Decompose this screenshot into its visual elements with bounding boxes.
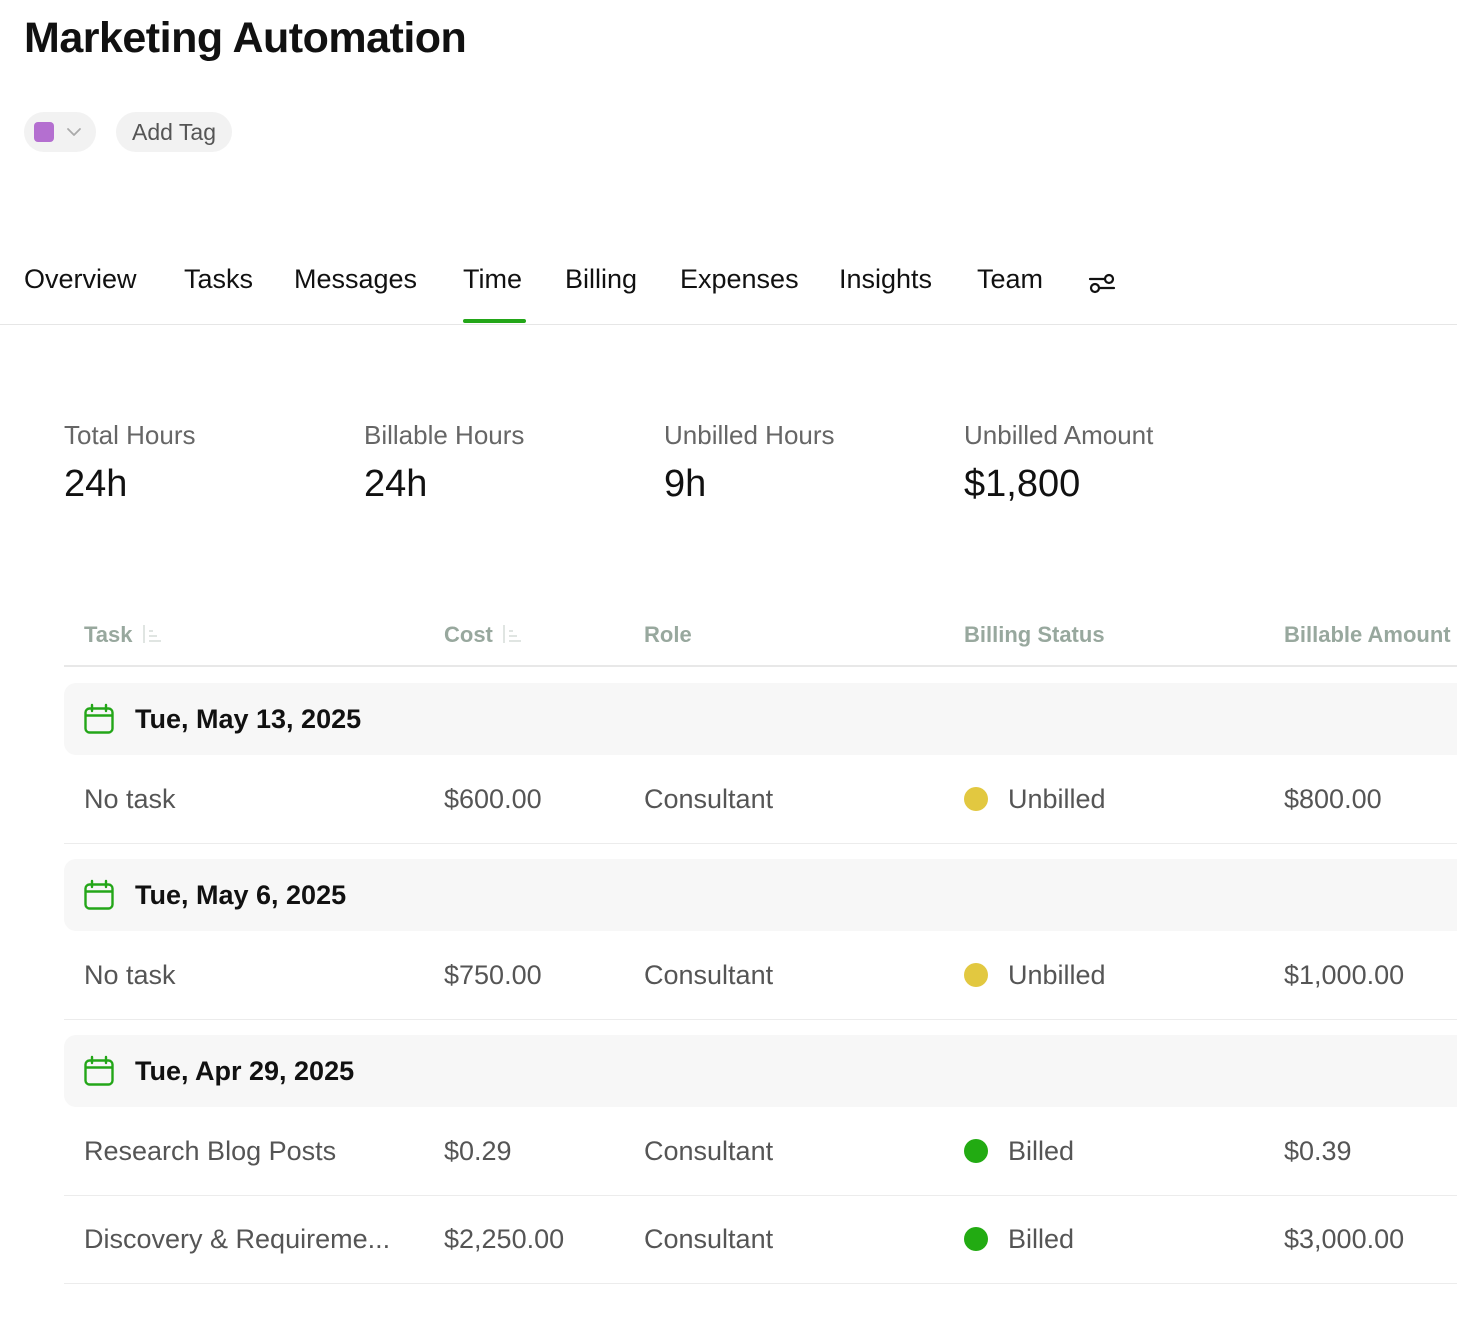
stat-billable-hours: Billable Hours 24h: [364, 420, 524, 506]
date-group-header: Tue, Apr 29, 2025: [64, 1035, 1457, 1107]
status-dot-billed: [964, 1227, 988, 1251]
cell-status: Billed: [1008, 1136, 1075, 1166]
tab-time[interactable]: Time: [463, 264, 522, 295]
stat-value: $1,800: [964, 463, 1081, 505]
status-dot-unbilled: [964, 787, 988, 811]
stat-value: 24h: [364, 463, 428, 505]
group-date: Tue, May 13, 2025: [135, 704, 362, 734]
stat-unbilled-hours: Unbilled Hours 9h: [664, 420, 835, 506]
status-dot-billed: [964, 1139, 988, 1163]
calendar-icon: [84, 879, 114, 910]
tab-tasks[interactable]: Tasks: [184, 264, 253, 295]
cell-role: Consultant: [644, 960, 774, 990]
cell-cost: $600.00: [444, 784, 542, 814]
tab-messages[interactable]: Messages: [294, 264, 417, 295]
stat-value: 9h: [664, 463, 707, 505]
cell-cost: $2,250.00: [444, 1224, 565, 1254]
tab-bar: Overview Tasks Messages Time Billing Exp…: [0, 258, 1457, 325]
cell-cost: $0.29: [444, 1136, 512, 1166]
column-header-role[interactable]: Role: [644, 622, 692, 648]
tab-overview[interactable]: Overview: [24, 264, 137, 295]
table-header-divider: [64, 665, 1457, 667]
cell-task: Discovery & Requireme...: [84, 1224, 391, 1254]
cell-status: Unbilled: [1008, 960, 1106, 990]
stat-unbilled-amount: Unbilled Amount $1,800: [964, 420, 1153, 506]
column-header-label: Cost: [444, 622, 493, 647]
calendar-icon: [84, 703, 114, 734]
cell-task: No task: [84, 960, 176, 990]
cell-amount: $800.00: [1284, 784, 1382, 814]
cell-role: Consultant: [644, 1136, 774, 1166]
status-dot-unbilled: [964, 963, 988, 987]
sort-icon[interactable]: [139, 622, 163, 646]
group-date: Tue, Apr 29, 2025: [135, 1056, 355, 1086]
stat-label: Billable Hours: [364, 420, 525, 450]
cell-status: Unbilled: [1008, 784, 1106, 814]
stat-value: 24h: [64, 463, 128, 505]
stat-label: Total Hours: [64, 420, 196, 450]
table-row[interactable]: No task $600.00 Consultant Unbilled $800…: [64, 755, 1457, 844]
column-header-label: Task: [84, 622, 133, 647]
column-header-cost[interactable]: Cost: [444, 622, 523, 648]
cell-task: No task: [84, 784, 176, 814]
cell-amount: $1,000.00: [1284, 960, 1405, 990]
project-color-picker[interactable]: [24, 112, 96, 152]
stat-label: Unbilled Amount: [964, 420, 1154, 450]
cell-status: Billed: [1008, 1224, 1075, 1254]
tab-expenses[interactable]: Expenses: [680, 264, 799, 295]
sort-icon[interactable]: [499, 622, 523, 646]
table-row[interactable]: Discovery & Requireme... $2,250.00 Consu…: [64, 1195, 1457, 1284]
tab-team[interactable]: Team: [977, 264, 1043, 295]
cell-amount: $3,000.00: [1284, 1224, 1405, 1254]
cell-amount: $0.39: [1284, 1136, 1352, 1166]
cell-role: Consultant: [644, 784, 774, 814]
date-group-header: Tue, May 13, 2025: [64, 683, 1457, 755]
table-row[interactable]: No task $750.00 Consultant Unbilled $1,0…: [64, 931, 1457, 1020]
date-group-header: Tue, May 6, 2025: [64, 859, 1457, 931]
column-header-billing-status[interactable]: Billing Status: [964, 622, 1105, 648]
group-date: Tue, May 6, 2025: [135, 880, 347, 910]
column-header-billable-amount[interactable]: Billable Amount: [1284, 622, 1451, 648]
sliders-icon[interactable]: [1088, 270, 1116, 296]
tab-insights[interactable]: Insights: [839, 264, 932, 295]
project-color-swatch: [34, 122, 54, 142]
tab-billing[interactable]: Billing: [565, 264, 637, 295]
cell-cost: $750.00: [444, 960, 542, 990]
calendar-icon: [84, 1055, 114, 1086]
column-header-task[interactable]: Task: [84, 622, 163, 648]
stat-total-hours: Total Hours 24h: [64, 420, 196, 506]
cell-role: Consultant: [644, 1224, 774, 1254]
cell-task: Research Blog Posts: [84, 1136, 337, 1166]
stat-label: Unbilled Hours: [664, 420, 835, 450]
table-row[interactable]: Research Blog Posts $0.29 Consultant Bil…: [64, 1107, 1457, 1196]
active-tab-indicator: [463, 319, 526, 323]
add-tag-button[interactable]: Add Tag: [116, 112, 232, 152]
chevron-down-icon: [67, 128, 81, 136]
page-title: Marketing Automation: [24, 14, 467, 62]
